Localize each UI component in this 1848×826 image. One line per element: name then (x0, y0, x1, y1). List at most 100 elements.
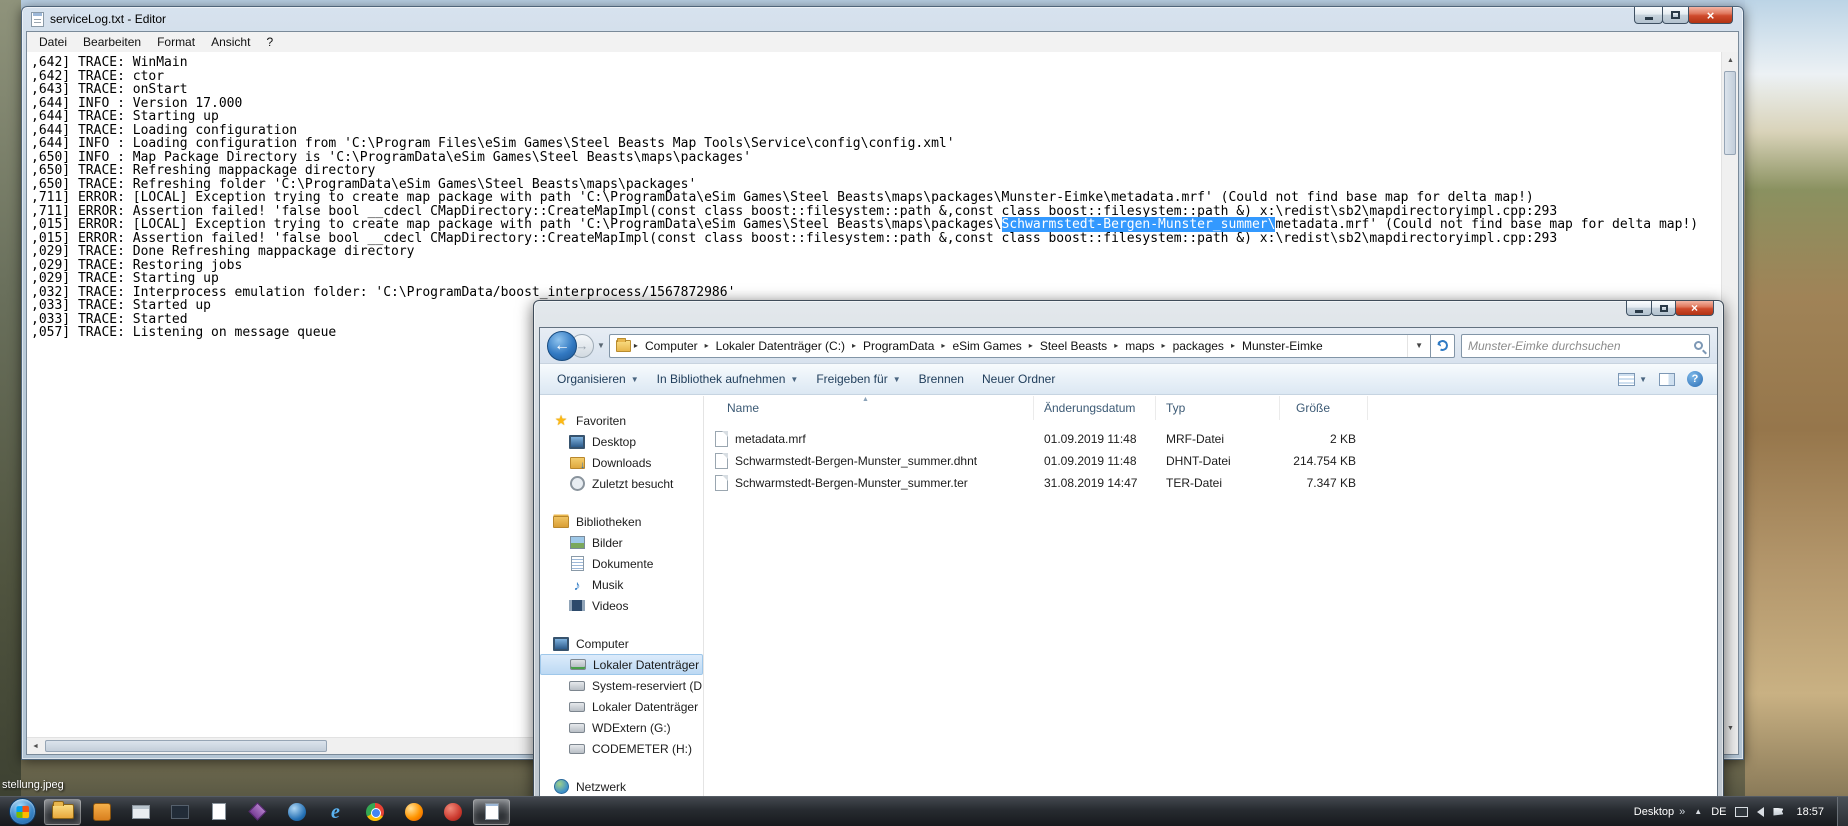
sidebar-item-bilder[interactable]: Bilder (540, 532, 703, 553)
maximize-button[interactable] (1651, 301, 1676, 316)
minimize-button[interactable] (1626, 301, 1652, 316)
back-button[interactable]: ← (547, 331, 577, 361)
address-bar[interactable]: ▸Computer▸Lokaler Datenträger (C:)▸Progr… (609, 334, 1431, 358)
file-size: 2 KB (1280, 432, 1368, 446)
search-input[interactable]: Munster-Eimke durchsuchen (1461, 334, 1710, 358)
breadcrumb-segment[interactable]: Lokaler Datenträger (C:) (710, 336, 851, 356)
sidebar-item-lokaler-datenträger[interactable]: Lokaler Datenträger (540, 696, 703, 717)
sidebar-item-lokaler-datenträger[interactable]: Lokaler Datenträger (540, 654, 703, 675)
toolbar-button-freigeben-für[interactable]: Freigeben für▼ (807, 368, 909, 390)
show-desktop-button[interactable] (1837, 797, 1848, 826)
log-line: ,644] TRACE: Loading configuration (31, 124, 1721, 138)
start-button[interactable] (9, 798, 36, 825)
taskbar-app-app-blue-sphere-icon[interactable] (278, 799, 315, 825)
scroll-left-icon[interactable]: ◄ (27, 738, 44, 755)
toolbar-button-neuer-ordner[interactable]: Neuer Ordner (973, 368, 1064, 390)
breadcrumb-segment[interactable]: Computer (639, 336, 704, 356)
desktop-toolbar[interactable]: Desktop » (1634, 806, 1685, 818)
menu-item-[interactable]: ? (258, 33, 281, 51)
maximize-button[interactable] (1662, 7, 1689, 24)
sidebar-item-codemeter-h-[interactable]: CODEMETER (H:) (540, 738, 703, 759)
breadcrumb-segment[interactable]: Steel Beasts (1034, 336, 1113, 356)
notepad-titlebar[interactable]: serviceLog.txt - Editor (22, 7, 1743, 31)
search-icon[interactable] (1694, 341, 1703, 350)
change-view-button[interactable]: ▼ (1618, 373, 1647, 386)
breadcrumb-segment[interactable]: ProgramData (857, 336, 940, 356)
menu-item-datei[interactable]: Datei (31, 33, 75, 51)
refresh-button[interactable] (1431, 334, 1455, 358)
show-hidden-icons-button[interactable]: ▲ (1694, 807, 1702, 816)
vertical-scroll-thumb[interactable] (1724, 71, 1736, 155)
scroll-down-icon[interactable]: ▼ (1722, 720, 1739, 737)
sidebar-item-musik[interactable]: Musik (540, 574, 703, 595)
sidebar-item-wdextern-g-[interactable]: WDExtern (G:) (540, 717, 703, 738)
navigation-bar: ← → ▼ ▸Computer▸Lokaler Datenträger (C:)… (540, 328, 1717, 364)
history-dropdown-icon[interactable]: ▼ (594, 341, 609, 350)
app-purple-diamond-icon (248, 802, 266, 820)
menu-item-ansicht[interactable]: Ansicht (203, 33, 258, 51)
close-button[interactable]: × (1688, 7, 1733, 24)
column-header-nderungsdatum[interactable]: Änderungsdatum (1034, 396, 1156, 420)
desktop-wallpaper-right (1745, 0, 1848, 826)
breadcrumb-segment[interactable]: Munster-Eimke (1236, 336, 1329, 356)
taskbar-app-app-dark-console-icon[interactable] (161, 799, 198, 825)
minimize-button[interactable] (1634, 7, 1663, 24)
libraries-icon (553, 514, 569, 529)
scroll-up-icon[interactable]: ▲ (1722, 52, 1739, 69)
desktop-icon-label[interactable]: stellung.jpeg (2, 779, 64, 791)
close-button[interactable]: × (1675, 301, 1714, 316)
column-header-gre[interactable]: Größe (1280, 396, 1368, 420)
sidebar-section-netzwerk: Netzwerk (540, 776, 703, 797)
sidebar-item-desktop[interactable]: Desktop (540, 431, 703, 452)
taskbar-app-chrome-icon[interactable] (356, 799, 393, 825)
taskbar-app-internet-explorer-icon[interactable]: e (317, 799, 354, 825)
sidebar-item-netzwerk[interactable]: Netzwerk (540, 776, 703, 797)
toolbar-button-in-bibliothek-aufnehmen[interactable]: In Bibliothek aufnehmen▼ (648, 368, 808, 390)
sidebar-item-computer[interactable]: Computer (540, 633, 703, 654)
taskbar-app-app-orange-icon[interactable] (83, 799, 120, 825)
column-header-name[interactable]: Name (704, 396, 1034, 420)
preview-pane-button[interactable] (1659, 373, 1675, 386)
toolbar-button-organisieren[interactable]: Organisieren▼ (548, 368, 648, 390)
taskbar-app-app-purple-diamond-icon[interactable] (239, 799, 276, 825)
chevron-down-icon: ▼ (1639, 375, 1647, 384)
breadcrumb-segment[interactable]: eSim Games (946, 336, 1027, 356)
clock[interactable]: 18:57 (1792, 806, 1828, 818)
sidebar-item-dokumente[interactable]: Dokumente (540, 553, 703, 574)
column-header-typ[interactable]: Typ (1156, 396, 1280, 420)
table-row[interactable]: metadata.mrf01.09.2019 11:48MRF-Datei2 K… (704, 428, 1717, 450)
folder-icon[interactable] (616, 340, 631, 352)
network-icon[interactable] (1735, 807, 1748, 817)
sidebar-item-bibliotheken[interactable]: Bibliotheken (540, 511, 703, 532)
address-dropdown-icon[interactable]: ▼ (1407, 335, 1430, 357)
taskbar-app-windows-explorer-icon[interactable] (44, 799, 81, 825)
language-indicator[interactable]: DE (1711, 806, 1726, 818)
menu-item-bearbeiten[interactable]: Bearbeiten (75, 33, 149, 51)
taskbar-app-app-document-icon[interactable] (200, 799, 237, 825)
breadcrumb-segment[interactable]: maps (1119, 336, 1160, 356)
taskbar-app-notepad-icon[interactable] (473, 799, 510, 825)
table-row[interactable]: Schwarmstedt-Bergen-Munster_summer.dhnt0… (704, 450, 1717, 472)
breadcrumb: ▸Computer▸Lokaler Datenträger (C:)▸Progr… (633, 336, 1329, 356)
windows-explorer-icon (52, 804, 74, 819)
toolbar-button-brennen[interactable]: Brennen (910, 368, 973, 390)
action-center-icon[interactable] (1773, 808, 1783, 816)
breadcrumb-segment[interactable]: packages (1167, 336, 1230, 356)
taskbar-app-firefox-icon[interactable] (395, 799, 432, 825)
sidebar-item-favoriten[interactable]: Favoriten (540, 410, 703, 431)
taskbar-app-app-red-circle-icon[interactable] (434, 799, 471, 825)
sidebar-item-zuletzt-besucht[interactable]: Zuletzt besucht (540, 473, 703, 494)
chevron-right-icon[interactable]: » (1679, 806, 1685, 818)
horizontal-scroll-thumb[interactable] (45, 740, 327, 752)
sidebar-item-videos[interactable]: Videos (540, 595, 703, 616)
speaker-icon[interactable] (1757, 807, 1764, 817)
menu-item-format[interactable]: Format (149, 33, 203, 51)
sidebar-item-label: Lokaler Datenträger (593, 658, 699, 672)
sidebar-item-downloads[interactable]: Downloads (540, 452, 703, 473)
taskbar-app-app-window-icon[interactable] (122, 799, 159, 825)
pictures-icon (569, 535, 585, 550)
help-button[interactable]: ? (1687, 371, 1703, 387)
sidebar-item-system-reserviert-d[interactable]: System-reserviert (D (540, 675, 703, 696)
explorer-titlebar[interactable] (534, 301, 1723, 327)
table-row[interactable]: Schwarmstedt-Bergen-Munster_summer.ter31… (704, 472, 1717, 494)
